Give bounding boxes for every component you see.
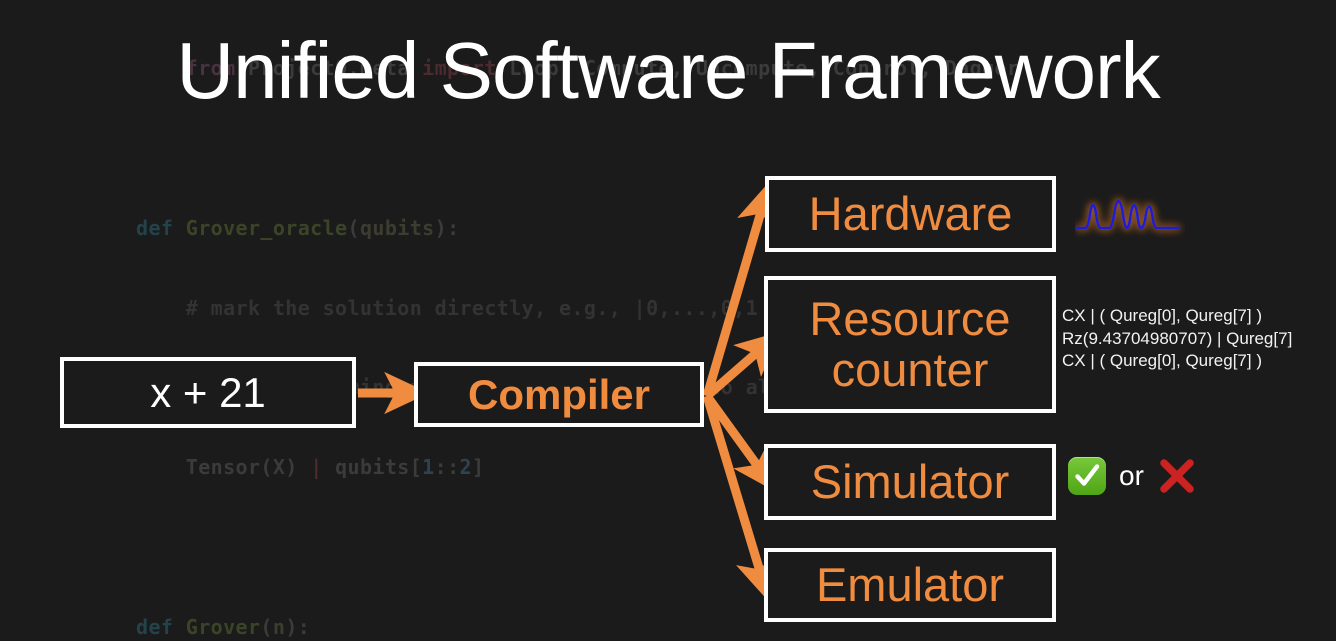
arrow-compiler-to-emulator: [702, 394, 777, 603]
resource-counter-label-line1: Resource: [809, 291, 1011, 345]
simulator-result-annotation: or: [1068, 456, 1197, 496]
input-expression-box[interactable]: x + 21: [60, 357, 356, 428]
slide-root: from ProjectQ.meta import Loop, Compute,…: [0, 0, 1336, 641]
resource-output-line: CX | ( Qureg[0], Qureg[7] ): [1062, 306, 1262, 325]
red-cross-mark-icon: [1160, 459, 1194, 493]
compiler-label: Compiler: [467, 370, 651, 418]
or-separator-label: or: [1119, 460, 1144, 491]
backend-box-hardware[interactable]: Hardware: [765, 176, 1056, 252]
simulator-label: Simulator: [810, 454, 1010, 508]
compiler-box[interactable]: Compiler: [414, 362, 704, 427]
emulator-label: Emulator: [815, 557, 1005, 611]
resource-counter-output: CX | ( Qureg[0], Qureg[7] ) Rz(9.4370498…: [1062, 305, 1336, 373]
backend-box-simulator[interactable]: Simulator: [764, 444, 1056, 520]
resource-counter-label-line2: counter: [831, 342, 989, 396]
backend-box-emulator[interactable]: Emulator: [764, 548, 1056, 622]
resource-output-line: Rz(9.43704980707) | Qureg[7]: [1062, 328, 1293, 348]
green-check-mark-icon: [1068, 457, 1106, 495]
hardware-label: Hardware: [808, 186, 1013, 240]
resource-output-line: CX | ( Qureg[0], Qureg[7] ): [1062, 351, 1262, 370]
pulse-waveform-icon: [1075, 199, 1181, 230]
backend-box-resource-counter[interactable]: Resource counter: [764, 276, 1056, 413]
input-expression-label: x + 21: [150, 368, 266, 416]
